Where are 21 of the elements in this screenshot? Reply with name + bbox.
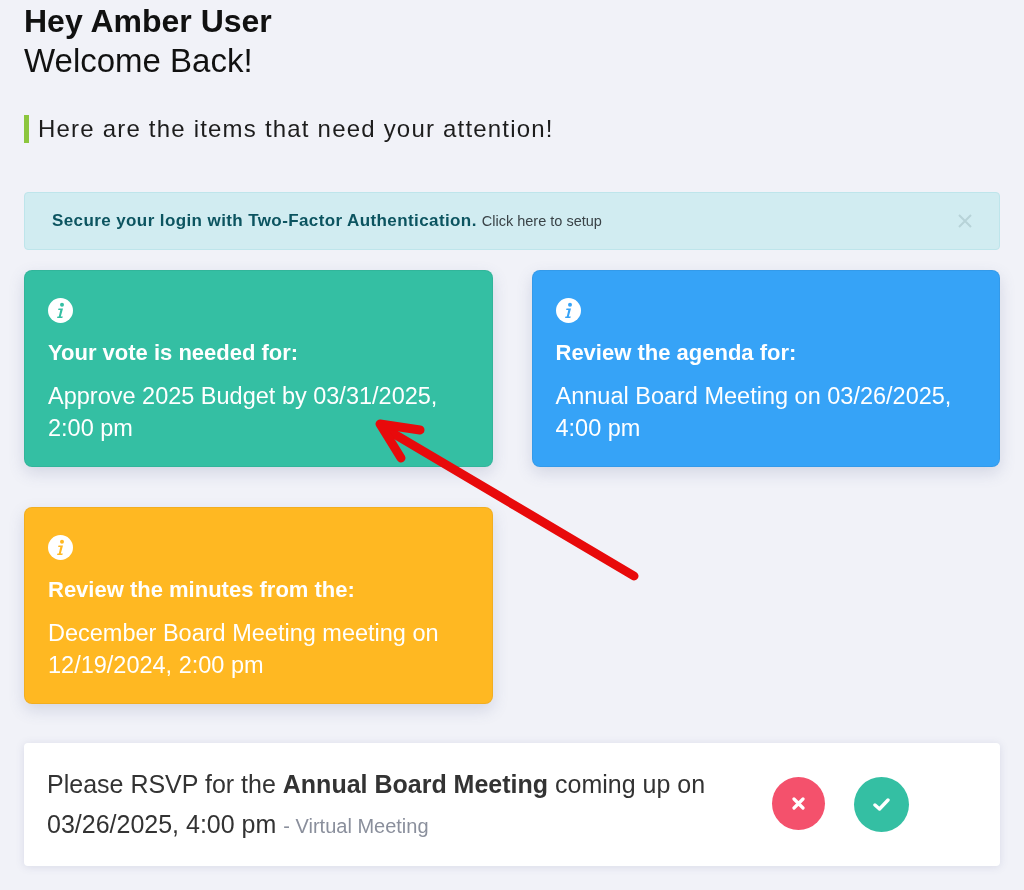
card-title: Your vote is needed for: [48,339,300,367]
accept-button[interactable] [854,777,909,832]
card-title: Review the minutes from the: [48,576,356,604]
card-title: Review the agenda for: [555,339,798,367]
card-text: Annual Board Meeting on 03/26/2025, 4:00 pm [555,382,953,443]
check-icon [873,798,890,811]
setup-link[interactable]: Click here to setup [481,211,602,233]
card-text: Approve 2025 Budget by 03/31/2025, 2:00 pm [48,382,439,443]
info-icon [555,298,581,323]
info-icon [48,298,73,323]
decline-button[interactable] [772,777,825,830]
info-icon [48,535,73,560]
greeting-title: Hey Amber User [24,2,272,41]
close-icon [792,797,805,810]
welcome-text: Welcome Back! [24,41,253,81]
card-text: December Board Meeting meeting on 12/19/2024, 2:00 pm [48,619,440,680]
rsvp-message: Please RSVP for the Annual Board Meeting coming up on 03/26/2025, 4:00 pm - Virtual Meeting [47,768,707,840]
close-icon[interactable] [958,214,972,228]
meeting-location: - Virtual Meeting [283,814,429,837]
attention-heading: Here are the items that need your attention! [24,115,554,143]
alert-message: Secure your login with Two-Factor Authentication. [52,210,477,233]
